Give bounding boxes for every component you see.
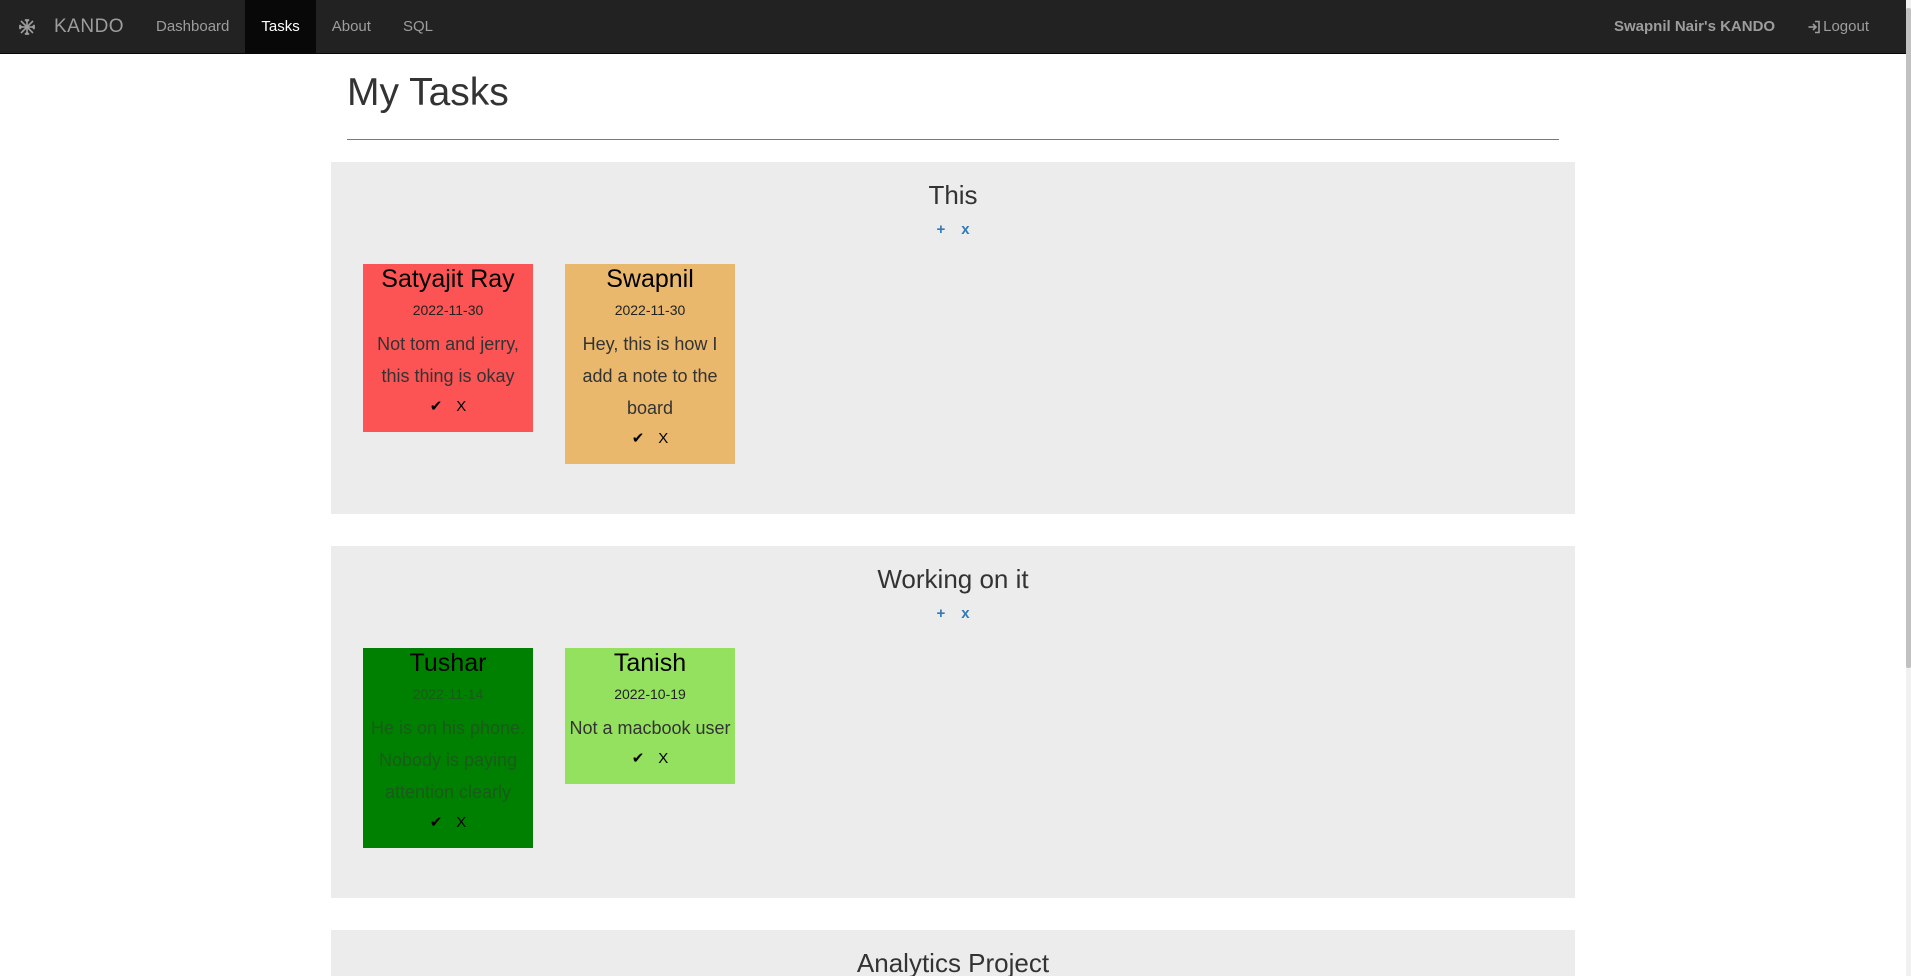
delete-task-button[interactable]: X xyxy=(658,750,668,767)
card-name: Satyajit Ray xyxy=(381,265,515,293)
scrollbar-thumb[interactable] xyxy=(1906,8,1911,668)
board-analytics-project: Analytics Project xyxy=(331,930,1575,976)
card-note: Not a macbook user xyxy=(569,718,731,738)
task-card[interactable]: Tanish 2022-10-19 Not a macbook user ✔ X xyxy=(565,648,735,784)
card-note: Hey, this is how I add a note to the boa… xyxy=(582,334,718,418)
board-title: Working on it xyxy=(877,564,1029,594)
user-kando-link[interactable]: Swapnil Nair's KANDO xyxy=(1598,0,1791,53)
card-name: Tushar xyxy=(409,649,487,677)
brand-name: KANDO xyxy=(54,15,125,37)
logout-label: Logout xyxy=(1823,18,1869,35)
board-actions: + x xyxy=(331,221,1575,238)
board-this: This + x Satyajit Ray 2022-11-30 Not tom … xyxy=(331,162,1575,514)
nav-dashboard[interactable]: Dashboard xyxy=(140,0,245,53)
task-card[interactable]: Swapnil 2022-11-30 Hey, this is how I ad… xyxy=(565,264,735,464)
nav-sql[interactable]: SQL xyxy=(387,0,449,53)
brand[interactable]: KANDO xyxy=(0,0,140,53)
nav-tasks[interactable]: Tasks xyxy=(245,0,316,53)
complete-task-button[interactable]: ✔ xyxy=(632,750,645,767)
board-title: This xyxy=(928,180,978,210)
page-scrollbar[interactable] xyxy=(1906,0,1911,976)
nav-right: Swapnil Nair's KANDO Logout xyxy=(1598,0,1906,53)
card-actions: ✔ X xyxy=(565,428,735,450)
card-date: 2022-11-30 xyxy=(614,302,686,318)
card-note: Not tom and jerry, this thing is okay xyxy=(377,334,519,386)
card-actions: ✔ X xyxy=(363,396,533,418)
card-actions: ✔ X xyxy=(363,812,533,834)
delete-board-button[interactable]: x xyxy=(961,605,969,622)
nav-about[interactable]: About xyxy=(316,0,387,53)
sign-in-icon xyxy=(1808,20,1820,33)
card-date: 2022-10-19 xyxy=(614,686,686,702)
board-working-on-it: Working on it + x Tushar 2022-11-14 He is… xyxy=(331,546,1575,898)
logout-link[interactable]: Logout xyxy=(1791,0,1906,53)
card-name: Tanish xyxy=(613,649,687,677)
board-title: Analytics Project xyxy=(856,948,1050,976)
complete-task-button[interactable]: ✔ xyxy=(632,430,645,447)
task-card[interactable]: Satyajit Ray 2022-11-30 Not tom and jerr… xyxy=(363,264,533,432)
delete-board-button[interactable]: x xyxy=(961,221,969,238)
delete-task-button[interactable]: X xyxy=(456,398,466,415)
task-card[interactable]: Tushar 2022-11-14 He is on his phone. No… xyxy=(363,648,533,848)
asterisk-snowflake-icon xyxy=(18,18,36,35)
top-navbar: KANDO Dashboard Tasks About SQL Swapnil … xyxy=(0,0,1906,54)
board-actions: + x xyxy=(331,605,1575,622)
card-date: 2022-11-30 xyxy=(412,302,484,318)
complete-task-button[interactable]: ✔ xyxy=(430,398,443,415)
add-card-button[interactable]: + xyxy=(936,605,945,622)
card-name: Swapnil xyxy=(606,265,694,293)
add-card-button[interactable]: + xyxy=(936,221,945,238)
page-title: My Tasks xyxy=(347,71,509,114)
card-actions: ✔ X xyxy=(565,748,735,770)
delete-task-button[interactable]: X xyxy=(658,430,668,447)
title-divider xyxy=(347,139,1559,140)
card-note: He is on his phone. Nobody is paying att… xyxy=(370,718,526,802)
delete-task-button[interactable]: X xyxy=(456,814,466,831)
complete-task-button[interactable]: ✔ xyxy=(430,814,443,831)
card-date: 2022-11-14 xyxy=(412,686,484,702)
